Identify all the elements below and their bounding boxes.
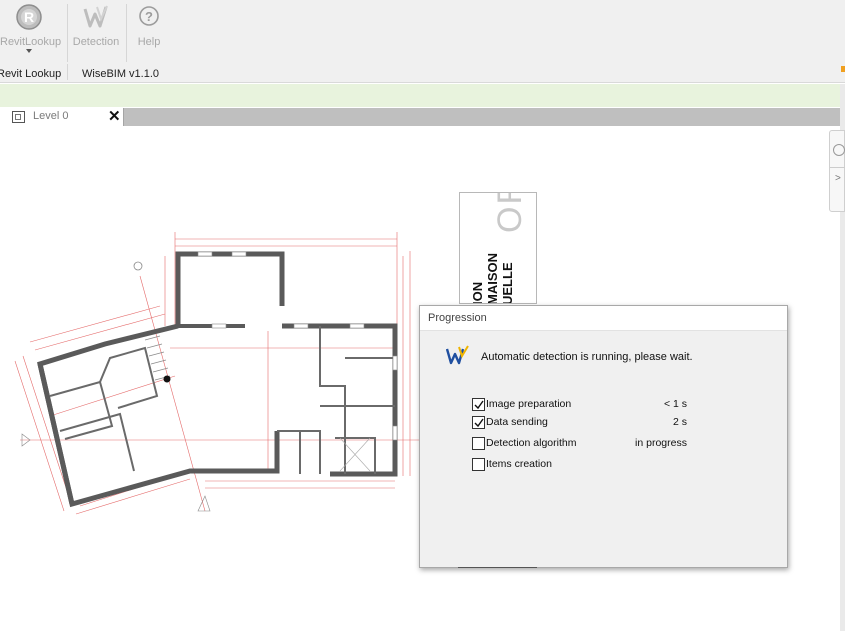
checkbox-data-sending [472, 416, 485, 429]
ribbon-separator [67, 4, 68, 62]
zoom-icon[interactable]: > [835, 173, 841, 184]
checkmark-icon [474, 400, 484, 410]
checkmark-icon [474, 418, 484, 428]
ribbon-indicator [841, 66, 845, 72]
progression-dialog: Progression Automatic detection is runni… [419, 305, 788, 568]
checkbox-items-creation [472, 458, 485, 471]
help-button[interactable]: ? Help [131, 2, 167, 60]
checkbox-detection-algorithm [472, 437, 485, 450]
wisebim-logo-icon [446, 345, 469, 365]
title-block-lines: ION MAISON UELLE [470, 253, 515, 304]
step-status: in progress [635, 437, 687, 449]
plan-walls [37, 251, 398, 508]
revitlookup-label: RevitLookup [0, 36, 62, 48]
svg-text:?: ? [145, 9, 153, 24]
step-label: Detection algorithm [486, 437, 577, 449]
dialog-title-bar[interactable]: Progression [420, 306, 787, 331]
detection-label: Detection [72, 36, 120, 48]
ribbon-group-wisebim: WiseBIM v1.1.0 [82, 68, 160, 80]
step-detection-algorithm: Detection algorithm in progress [472, 436, 687, 452]
step-label: Items creation [486, 458, 552, 470]
north-marker [133, 261, 143, 271]
title-block-logo-text: OR [491, 192, 529, 233]
step-status: 2 s [672, 416, 687, 428]
revit-window: R RevitLookup Detection ? Help Revit Loo… [0, 0, 845, 631]
step-items-creation: Items creation [472, 457, 687, 473]
step-data-sending: Data sending 2 s [472, 415, 687, 431]
view-tab-strip: Level 0 ✕ [0, 108, 840, 126]
revitlookup-r-icon: R [16, 4, 42, 30]
floor-plan-view-icon [12, 111, 25, 123]
svg-text:R: R [24, 9, 34, 25]
wisebim-logo-icon [83, 5, 108, 28]
ribbon-group-separator [67, 64, 68, 80]
info-bar [0, 84, 840, 107]
ribbon: R RevitLookup Detection ? Help Revit Loo… [0, 0, 845, 83]
dialog-title: Progression [428, 312, 487, 324]
dialog-divider [458, 567, 537, 568]
dialog-message: Automatic detection is running, please w… [481, 351, 693, 363]
stairs [144, 335, 171, 381]
help-label: Help [137, 36, 161, 48]
checkbox-image-preparation [472, 398, 485, 411]
step-image-preparation: Image preparation < 1 s [472, 397, 687, 413]
section-marker [163, 375, 171, 383]
ribbon-separator [126, 4, 127, 62]
navigation-bar[interactable]: > [829, 130, 845, 212]
tab-level-0-label: Level 0 [33, 110, 69, 122]
step-label: Data sending [486, 416, 548, 428]
tab-level-0[interactable]: Level 0 ✕ [0, 108, 124, 126]
revitlookup-button[interactable]: R RevitLookup [0, 2, 62, 60]
nav-separator [830, 167, 845, 168]
help-question-icon: ? [139, 6, 159, 26]
steering-wheel-icon[interactable] [833, 144, 845, 156]
title-block: OR ION MAISON UELLE [459, 192, 537, 304]
elevation-marker [197, 495, 211, 512]
step-label: Image preparation [486, 398, 572, 410]
detection-button[interactable]: Detection [70, 2, 122, 60]
window-openings [197, 251, 398, 441]
close-tab-icon[interactable]: ✕ [108, 107, 121, 125]
step-status: < 1 s [663, 398, 687, 410]
ribbon-group-revit-lookup: Revit Lookup [0, 68, 62, 80]
dropdown-arrow-icon [26, 49, 32, 53]
